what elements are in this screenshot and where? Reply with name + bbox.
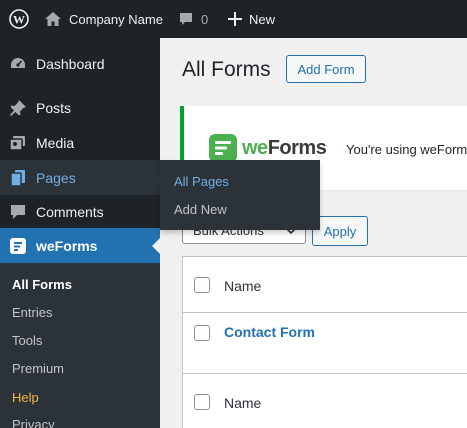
menu-item-media[interactable]: Media bbox=[0, 125, 160, 161]
submenu-help[interactable]: Help bbox=[12, 390, 39, 405]
admin-bar: W Company Name 0 New bbox=[0, 0, 467, 38]
main-content: All Forms Add Form weForms You're using … bbox=[160, 38, 467, 428]
pages-icon bbox=[9, 169, 27, 187]
notice-text: You're using weForm bbox=[346, 142, 467, 157]
dashboard-icon bbox=[9, 55, 27, 73]
wordpress-logo-icon[interactable]: W bbox=[6, 0, 32, 38]
menu-label-weforms: weForms bbox=[36, 237, 98, 254]
menu-item-weforms[interactable]: weForms bbox=[0, 228, 160, 263]
new-label: New bbox=[249, 11, 276, 27]
submenu-entries[interactable]: Entries bbox=[12, 305, 52, 320]
comments-count: 0 bbox=[201, 11, 209, 27]
plus-icon bbox=[228, 12, 242, 26]
comments-link[interactable]: 0 bbox=[178, 0, 208, 38]
site-name: Company Name bbox=[69, 11, 163, 27]
table-row: Contact Form bbox=[183, 313, 467, 374]
weforms-icon bbox=[9, 237, 27, 255]
menu-item-pages[interactable]: Pages bbox=[0, 160, 160, 195]
table-footer-row: Name bbox=[183, 374, 467, 428]
menu-item-comments[interactable]: Comments bbox=[0, 195, 160, 229]
table-header-row: Name bbox=[183, 257, 467, 313]
submenu-privacy[interactable]: Privacy bbox=[12, 417, 55, 428]
home-icon bbox=[45, 12, 61, 26]
menu-label-media: Media bbox=[36, 135, 75, 151]
menu-item-dashboard[interactable]: Dashboard bbox=[0, 46, 160, 82]
row-checkbox[interactable] bbox=[194, 325, 210, 341]
menu-label-comments: Comments bbox=[36, 204, 104, 220]
menu-item-posts[interactable]: Posts bbox=[0, 90, 160, 126]
svg-text:W: W bbox=[13, 13, 25, 27]
submenu-all-forms[interactable]: All Forms bbox=[12, 277, 72, 292]
column-footer-name[interactable]: Name bbox=[224, 395, 261, 411]
weforms-submenu: All Forms Entries Tools Premium Help Pri… bbox=[0, 263, 160, 428]
comment-icon bbox=[180, 13, 192, 25]
flyout-add-new[interactable]: Add New bbox=[174, 202, 227, 217]
apply-button[interactable]: Apply bbox=[312, 216, 368, 246]
pages-flyout-menu: All Pages Add New bbox=[152, 160, 320, 230]
weforms-logo-icon bbox=[209, 134, 237, 162]
form-title-link[interactable]: Contact Form bbox=[224, 324, 315, 340]
menu-label-pages: Pages bbox=[36, 169, 76, 186]
column-header-name[interactable]: Name bbox=[224, 278, 261, 294]
media-icon bbox=[9, 134, 27, 152]
flyout-all-pages[interactable]: All Pages bbox=[174, 174, 229, 189]
select-all-checkbox[interactable] bbox=[194, 277, 210, 293]
admin-menu: Dashboard Posts Media Pages Comments weF… bbox=[0, 38, 160, 428]
comment-icon bbox=[9, 203, 27, 221]
weforms-logo: weForms bbox=[208, 133, 327, 163]
site-name-link[interactable]: Company Name bbox=[44, 0, 163, 38]
add-form-button[interactable]: Add Form bbox=[286, 55, 366, 83]
menu-label-posts: Posts bbox=[36, 100, 72, 116]
submenu-tools[interactable]: Tools bbox=[12, 333, 42, 348]
menu-label-dashboard: Dashboard bbox=[36, 56, 105, 72]
pin-icon bbox=[9, 99, 27, 117]
submenu-premium[interactable]: Premium bbox=[12, 361, 64, 376]
new-content-link[interactable]: New bbox=[228, 0, 275, 38]
page-title: All Forms bbox=[182, 58, 271, 81]
weforms-logo-text: weForms bbox=[242, 136, 327, 159]
select-all-checkbox-footer[interactable] bbox=[194, 394, 210, 410]
forms-table: Name Contact Form Name bbox=[182, 256, 467, 428]
